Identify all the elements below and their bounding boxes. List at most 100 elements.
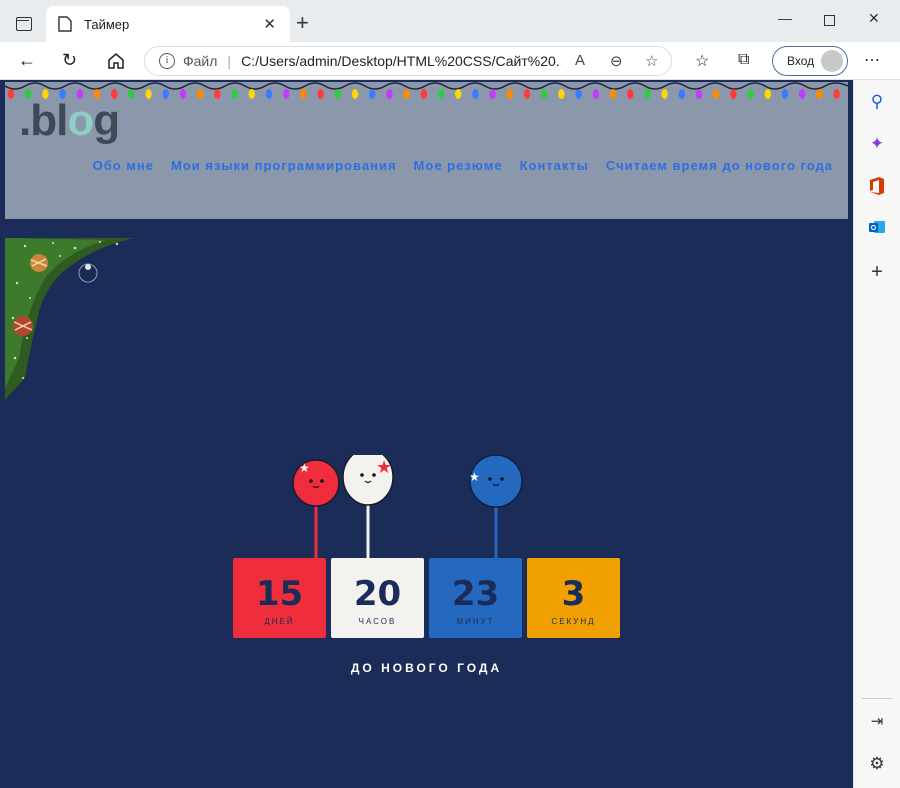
light-bulb [781,89,789,99]
light-bulb [816,89,823,99]
light-bulb [455,89,462,99]
nav-link-languages[interactable]: Мои языки программирования [171,158,397,173]
light-bulb [747,89,754,99]
add-sidebar-icon[interactable]: + [867,262,887,282]
light-bulb [7,89,15,99]
sidebar-divider [862,698,892,699]
light-bulb [575,89,582,99]
pine-garland-decoration [5,238,133,400]
new-tab-icon[interactable]: + [296,12,309,34]
light-bulb [128,89,135,99]
countdown-timer: 15 ДНЕЙ 20 ЧАСОВ 23 МИНУТ 3 СЕКУНД [233,558,620,638]
read-aloud-icon[interactable]: A [575,52,585,69]
countdown-hours-value: 20 [353,573,402,614]
document-icon [58,16,72,32]
countdown-days-label: ДНЕЙ [264,616,295,626]
back-icon[interactable]: ← [18,50,36,71]
copilot-icon[interactable]: ✦ [867,134,887,154]
info-icon[interactable]: i [159,53,175,69]
light-bulb [472,89,479,99]
signin-label: Вход [787,54,815,68]
svg-text:★: ★ [299,461,310,475]
light-bulb [386,89,393,99]
light-bulb [403,89,410,99]
light-bulb [420,89,427,99]
refresh-icon[interactable]: ↻ [62,50,77,71]
countdown-seconds-value: 3 [561,573,586,614]
avatar [821,50,843,72]
search-icon[interactable]: ⚲ [867,92,887,112]
light-bulb [833,89,840,99]
countdown-days-box: 15 ДНЕЙ [233,558,326,638]
url-text[interactable]: C:/Users/admin/Desktop/HTML%20CSS/Сайт%2… [241,53,561,69]
light-bulb [506,89,513,99]
countdown-caption: ДО НОВОГО ГОДА [350,661,503,675]
browser-tab[interactable]: Таймер ✕ [46,6,290,42]
light-bulb [231,89,238,99]
light-bulb [300,89,307,99]
tab-title: Таймер [84,16,130,32]
light-bulb [197,89,204,99]
light-bulb [489,89,496,99]
light-bulb [609,89,617,99]
light-bulb [369,89,376,99]
light-bulb [695,89,703,99]
light-bulb [437,89,445,99]
light-bulb [661,89,668,99]
light-bulb [558,89,565,99]
light-bulb [627,89,634,99]
edge-sidebar: ⚲ ✦ O + ⇥ ⚙ [853,80,900,788]
logo-text-o: o [67,96,94,145]
logo-text-suffix: g [93,96,120,145]
minimize-icon[interactable]: — [778,10,792,26]
countdown-hours-label: ЧАСОВ [358,616,397,626]
nav-link-contacts[interactable]: Контакты [520,158,589,173]
tab-actions-icon[interactable] [16,17,32,31]
svg-text:O: O [871,225,877,232]
light-bulb [162,89,169,99]
light-bulb [317,89,324,99]
outlook-icon[interactable]: O [867,218,887,238]
address-toolbar: ← ↻ i Файл | C:/Users/admin/Desktop/HTML… [0,42,900,80]
light-bulb [283,89,290,99]
favorites-icon[interactable]: ☆ [695,51,709,71]
office-icon[interactable] [867,176,887,196]
home-icon[interactable] [107,52,125,69]
light-bulb [713,89,720,99]
svg-text:★: ★ [376,457,392,478]
add-favorite-icon[interactable]: ☆ [645,52,658,70]
site-logo[interactable]: .blog [19,96,120,146]
countdown-seconds-label: СЕКУНД [551,616,596,626]
nav-link-resume[interactable]: Мое резюме [414,158,503,173]
address-field[interactable]: i Файл | C:/Users/admin/Desktop/HTML%20C… [144,46,672,76]
hide-sidebar-icon[interactable]: ⇥ [867,712,887,732]
light-bulb [351,89,359,99]
logo-text-prefix: .bl [19,96,68,145]
collections-icon[interactable]: ⧉ [738,51,749,69]
close-window-icon[interactable]: ✕ [868,10,880,27]
light-bulb [764,89,771,99]
close-tab-icon[interactable]: ✕ [263,15,276,33]
maximize-icon[interactable] [824,15,835,26]
site-header: .blog Обо мне Мои языки программирования… [5,82,848,219]
countdown-minutes-label: МИНУТ [456,616,495,626]
nav-link-countdown[interactable]: Считаем время до нового года [606,158,833,173]
url-protocol-label: Файл [183,53,218,69]
light-bulb [678,89,685,99]
light-bulb [265,89,273,99]
signin-button[interactable]: Вход [772,46,848,76]
settings-icon[interactable]: ⚙ [867,754,887,774]
more-icon[interactable]: ⋯ [864,50,881,70]
nav-link-about[interactable]: Обо мне [93,158,154,173]
zoom-out-icon[interactable]: ⊖ [610,52,623,70]
main-nav: Обо мне Мои языки программирования Мое р… [93,158,833,173]
light-bulb [334,89,341,99]
light-bulb [523,89,531,99]
svg-text:★: ★ [469,470,480,484]
light-bulb [214,89,221,99]
countdown-minutes-value: 23 [451,573,500,614]
countdown-minutes-box: 23 МИНУТ [429,558,522,638]
balloons-decoration: ★ ★ ★ [292,455,523,563]
light-bulb [145,89,152,99]
light-bulb [799,89,806,99]
